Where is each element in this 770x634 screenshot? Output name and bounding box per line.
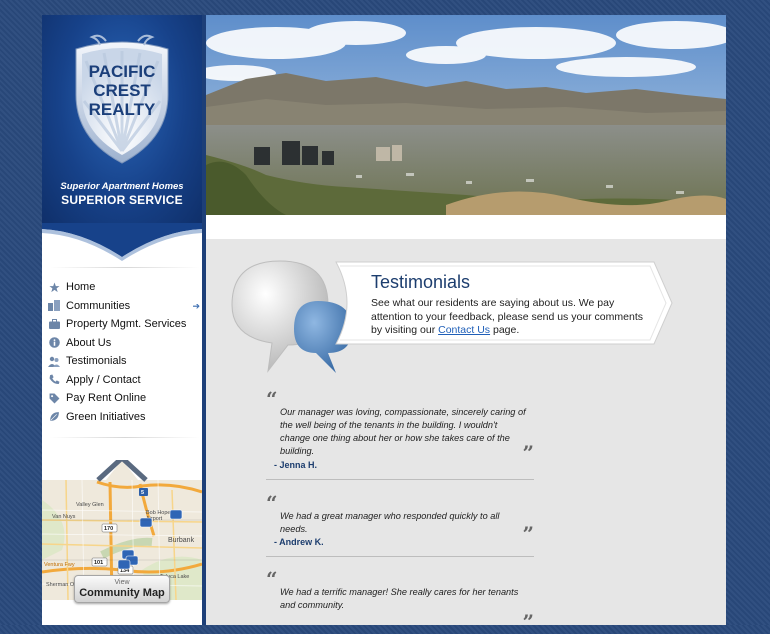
testimonial-quote: Our manager was loving, compassionate, s… <box>280 407 526 456</box>
nav-item-home[interactable]: Home <box>48 278 204 297</box>
svg-text:Ventura Fwy: Ventura Fwy <box>44 562 75 568</box>
nav-item-green-initiatives[interactable]: Green Initiatives <box>48 408 204 427</box>
page-title: Testimonials <box>371 272 471 292</box>
svg-text:Valley Glen: Valley Glen <box>76 502 104 508</box>
star-icon <box>48 281 60 293</box>
svg-text:Burbank: Burbank <box>168 537 195 544</box>
testimonial-author: - Jenna H. <box>274 460 318 470</box>
nav-label: Testimonials <box>66 355 127 368</box>
main-nav: Home Communities ➔ Property Mgmt. Servic… <box>48 278 204 426</box>
intro-text-end: page. <box>490 324 520 337</box>
tagline-big: SUPERIOR SERVICE <box>61 193 183 207</box>
svg-text:5: 5 <box>141 490 144 496</box>
svg-text:170: 170 <box>104 526 113 532</box>
nav-item-communities[interactable]: Communities ➔ <box>48 297 204 316</box>
quote-close-icon: ” <box>522 441 534 465</box>
quote-close-icon: ” <box>522 522 534 546</box>
phone-icon <box>48 374 60 386</box>
hero-landscape-image <box>206 15 726 215</box>
info-icon <box>48 337 60 349</box>
nav-label: Apply / Contact <box>66 373 141 386</box>
buildings-icon <box>48 300 60 312</box>
brand-line1: PACIFIC <box>89 62 156 81</box>
nav-item-about-us[interactable]: About Us <box>48 334 204 353</box>
shield-logo: PACIFIC CREST REALTY <box>75 34 169 164</box>
nav-divider-top <box>50 267 200 268</box>
tag-icon <box>48 392 60 404</box>
brand-line2: CREST <box>93 81 151 100</box>
main-content: Testimonials See what our residents are … <box>206 15 726 634</box>
nav-item-testimonials[interactable]: Testimonials <box>48 352 204 371</box>
nav-label: Property Mgmt. Services <box>66 318 187 331</box>
nav-label: About Us <box>66 336 112 349</box>
map-button-small: View <box>114 579 130 586</box>
nav-item-pay-rent[interactable]: Pay Rent Online <box>48 389 204 408</box>
arrow-right-icon: ➔ <box>192 300 200 311</box>
testimonial-quote: We had a terrific manager! She really ca… <box>280 587 519 610</box>
tagline-small: Superior Apartment Homes <box>60 181 184 192</box>
sidebar: PACIFIC CREST REALTY Superior Apartment … <box>42 15 202 625</box>
quote-open-icon: “ <box>266 567 278 591</box>
nav-label: Pay Rent Online <box>66 392 147 405</box>
nav-item-property-mgmt[interactable]: Property Mgmt. Services <box>48 315 204 334</box>
nav-label: Green Initiatives <box>66 410 146 423</box>
nav-item-apply-contact[interactable]: Apply / Contact <box>48 371 204 390</box>
nav-divider-bottom <box>50 437 200 438</box>
nav-label: Home <box>66 281 96 294</box>
quote-open-icon: “ <box>266 491 278 515</box>
testimonial-divider <box>266 556 534 557</box>
people-icon <box>48 355 60 367</box>
testimonial-divider <box>266 479 534 480</box>
nav-label: Communities <box>66 299 131 312</box>
svg-text:101: 101 <box>94 560 103 566</box>
contact-us-link[interactable]: Contact Us <box>438 324 490 336</box>
logo-point <box>42 223 202 261</box>
briefcase-icon <box>48 318 60 330</box>
content-top-band <box>206 215 726 239</box>
brand-line3: REALTY <box>89 100 156 119</box>
svg-text:Van Nuys: Van Nuys <box>52 514 76 520</box>
leaf-icon <box>48 411 60 423</box>
map-button-label: Community Map <box>79 587 165 599</box>
quote-open-icon: “ <box>266 387 278 411</box>
community-map-button[interactable]: View Community Map <box>74 575 170 603</box>
logo-block[interactable]: PACIFIC CREST REALTY Superior Apartment … <box>42 15 202 225</box>
testimonial-author: - Andrew K. <box>274 537 324 547</box>
quote-close-icon: ” <box>522 610 534 634</box>
testimonial-quote: We had a great manager who responded qui… <box>280 511 500 534</box>
intro-text: See what our residents are saying about … <box>371 297 643 338</box>
